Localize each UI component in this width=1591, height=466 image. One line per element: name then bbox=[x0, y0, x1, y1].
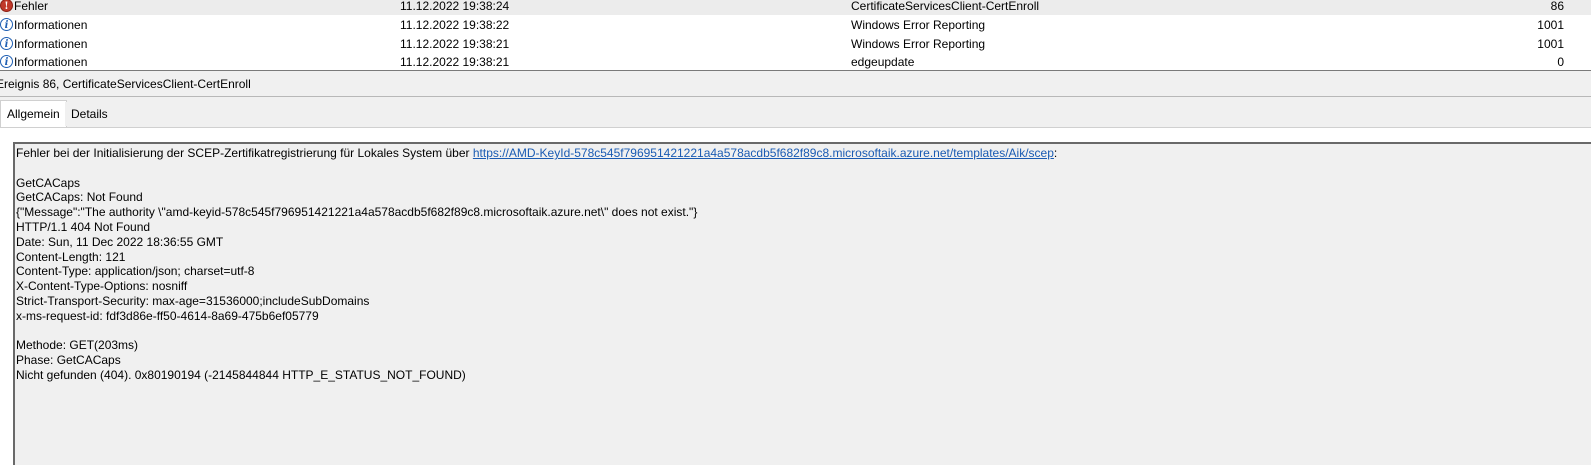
message-line: GetCACaps: Not Found bbox=[16, 190, 143, 205]
message-first-line: Fehler bei der Initialisierung der SCEP-… bbox=[16, 146, 1576, 161]
event-source: CertificateServicesClient-CertEnroll bbox=[851, 0, 1040, 13]
event-datetime: 11.12.2022 19:38:24 bbox=[400, 0, 510, 13]
event-message-text[interactable]: Fehler bei der Initialisierung der SCEP-… bbox=[16, 146, 1576, 383]
list-divider[interactable] bbox=[0, 70, 1591, 71]
error-icon: ! bbox=[0, 0, 13, 12]
tab-general[interactable]: Allgemein bbox=[0, 100, 67, 127]
event-level: Informationen bbox=[14, 37, 88, 51]
message-line: {"Message":"The authority \"amd-keyid-57… bbox=[16, 205, 698, 220]
divider bbox=[0, 96, 1591, 97]
scep-url-link[interactable]: https://AMD-KeyId-578c545f796951421221a4… bbox=[473, 146, 1054, 160]
message-line bbox=[16, 324, 1576, 339]
message-line: Date: Sun, 11 Dec 2022 18:36:55 GMT bbox=[16, 234, 224, 249]
event-detail-title-bar: Ereignis 86, CertificateServicesClient-C… bbox=[0, 72, 1591, 96]
info-icon: i bbox=[0, 37, 13, 50]
message-line: Strict-Transport-Security: max-age=31536… bbox=[16, 293, 370, 308]
event-source: Windows Error Reporting bbox=[851, 37, 986, 51]
message-intro: Fehler bei der Initialisierung der SCEP-… bbox=[16, 146, 473, 160]
tab-details[interactable]: Details bbox=[65, 102, 114, 126]
message-line: GetCACaps bbox=[16, 175, 81, 190]
event-list[interactable]: ! Fehler 11.12.2022 19:38:24 Certificate… bbox=[0, 0, 1591, 70]
message-line: Content-Length: 121 bbox=[16, 249, 126, 264]
message-line: X-Content-Type-Options: nosniff bbox=[16, 279, 188, 294]
event-row[interactable]: i Informationen 11.12.2022 19:38:21 Wind… bbox=[0, 35, 1591, 53]
message-link-suffix: : bbox=[1053, 146, 1058, 160]
message-line: HTTP/1.1 404 Not Found bbox=[16, 219, 151, 234]
message-line bbox=[16, 161, 1576, 176]
event-source: Windows Error Reporting bbox=[851, 18, 986, 32]
event-datetime: 11.12.2022 19:38:21 bbox=[400, 55, 510, 69]
info-icon: i bbox=[0, 55, 13, 68]
message-line: Phase: GetCACaps bbox=[16, 353, 121, 368]
message-line: Nicht gefunden (404). 0x80190194 (-21458… bbox=[16, 367, 466, 382]
event-level: Informationen bbox=[14, 18, 88, 32]
event-id: 86 bbox=[1550, 0, 1564, 13]
message-line: x-ms-request-id: fdf3d86e-ff50-4614-8a69… bbox=[16, 308, 319, 323]
event-datetime: 11.12.2022 19:38:22 bbox=[400, 18, 510, 32]
event-row[interactable]: i Informationen 11.12.2022 19:38:21 edge… bbox=[0, 53, 1591, 70]
event-id: 0 bbox=[1557, 55, 1564, 69]
message-line: Content-Type: application/json; charset=… bbox=[16, 264, 255, 279]
info-icon: i bbox=[0, 18, 13, 31]
event-id: 1001 bbox=[1537, 18, 1564, 32]
event-detail-title: Ereignis 86, CertificateServicesClient-C… bbox=[0, 77, 251, 91]
event-datetime: 11.12.2022 19:38:21 bbox=[400, 37, 510, 51]
event-source: edgeupdate bbox=[851, 55, 915, 69]
message-line: Methode: GET(203ms) bbox=[16, 338, 139, 353]
event-row[interactable]: ! Fehler 11.12.2022 19:38:24 Certificate… bbox=[0, 0, 1591, 15]
event-level: Informationen bbox=[14, 55, 88, 69]
event-row[interactable]: i Informationen 11.12.2022 19:38:22 Wind… bbox=[0, 16, 1591, 34]
event-level: Fehler bbox=[14, 0, 49, 13]
event-id: 1001 bbox=[1537, 37, 1564, 51]
detail-tabs: Allgemein Details bbox=[0, 100, 1591, 128]
